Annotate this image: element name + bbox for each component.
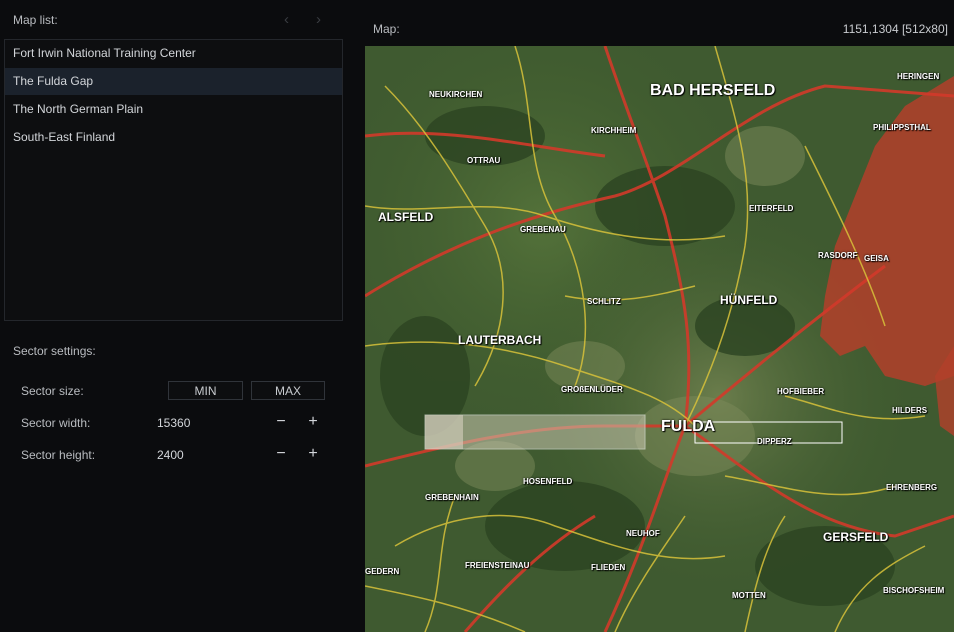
- town-label-hilders: HILDERS: [892, 406, 928, 415]
- town-label-geisa: GEISA: [864, 254, 889, 263]
- sector-settings-title: Sector settings:: [13, 344, 96, 358]
- map-list-panel: Map list: ‹ › Fort Irwin National Traini…: [0, 0, 355, 632]
- town-label-neukirchen: NEUKIRCHEN: [429, 90, 483, 99]
- town-label-gedern: GEDERN: [365, 567, 400, 576]
- town-label-kirchheim: KIRCHHEIM: [591, 126, 637, 135]
- map-list-item-north-german-plain[interactable]: The North German Plain: [5, 96, 342, 123]
- town-label-heringen: HERINGEN: [897, 72, 940, 81]
- next-arrow-icon[interactable]: ›: [316, 11, 321, 28]
- map-view[interactable]: BAD HERSFELD HERINGEN NEUKIRCHEN KIRCHHE…: [365, 46, 954, 632]
- max-button[interactable]: MAX: [251, 381, 325, 400]
- map-list: Fort Irwin National Training Center The …: [4, 39, 343, 321]
- town-label-alsfeld: ALSFELD: [378, 210, 434, 224]
- town-label-grebenau: GREBENAU: [520, 225, 566, 234]
- town-label-grossenluder: GROßENLÜDER: [561, 385, 623, 394]
- sector-height-label: Sector height:: [21, 448, 96, 462]
- town-label-ottrau: OTTRAU: [467, 156, 501, 165]
- map-coordinates: 1151,1304 [512x80]: [842, 22, 948, 36]
- terrain-image: [365, 46, 954, 632]
- town-label-hunfeld: HÜNFELD: [720, 293, 778, 307]
- town-label-philippsthal: PHILIPPSTHAL: [873, 123, 931, 132]
- town-label-bad-hersfeld: BAD HERSFELD: [650, 82, 776, 99]
- town-label-dipperz: DIPPERZ: [757, 437, 792, 446]
- sector-height-value: 2400: [157, 448, 184, 462]
- town-label-hosenfeld: HOSENFELD: [523, 477, 573, 486]
- town-label-schlitz: SCHLITZ: [587, 297, 621, 306]
- town-label-fulda: FULDA: [661, 418, 716, 435]
- town-label-hofbieber: HOFBIEBER: [777, 387, 825, 396]
- town-label-gersfeld: GERSFELD: [823, 530, 889, 544]
- sector-width-value: 15360: [157, 416, 191, 430]
- town-label-grebenhain: GREBENHAIN: [425, 493, 479, 502]
- town-label-neuhof: NEUHOF: [626, 529, 660, 538]
- sector-width-increase-button[interactable]: +: [306, 413, 320, 431]
- town-label-flieden: FLIEDEN: [591, 563, 626, 572]
- previous-arrow-icon[interactable]: ‹: [284, 11, 289, 28]
- map-title: Map:: [373, 22, 400, 36]
- sector-height-increase-button[interactable]: +: [306, 445, 320, 463]
- town-label-lauterbach: LAUTERBACH: [458, 333, 542, 347]
- town-label-eiterfeld: EITERFELD: [749, 204, 794, 213]
- map-list-title: Map list:: [13, 13, 58, 27]
- sector-size-label: Sector size:: [21, 384, 84, 398]
- map-list-item-fulda-gap[interactable]: The Fulda Gap: [5, 68, 342, 95]
- min-button[interactable]: MIN: [168, 381, 243, 400]
- town-label-ehrenberg: EHRENBERG: [886, 483, 938, 492]
- map-list-item-south-east-finland[interactable]: South-East Finland: [5, 124, 342, 151]
- sector-height-decrease-button[interactable]: −: [274, 445, 288, 463]
- sector-width-decrease-button[interactable]: −: [274, 413, 288, 431]
- town-label-freiensteinau: FREIENSTEINAU: [465, 561, 530, 570]
- town-label-motten: MOTTEN: [732, 591, 766, 600]
- map-list-item-fort-irwin[interactable]: Fort Irwin National Training Center: [5, 40, 342, 67]
- town-label-bischofsheim: BISCHOFSHEIM: [883, 586, 945, 595]
- sector-width-label: Sector width:: [21, 416, 91, 430]
- town-label-rasdorf: RASDORF: [818, 251, 858, 260]
